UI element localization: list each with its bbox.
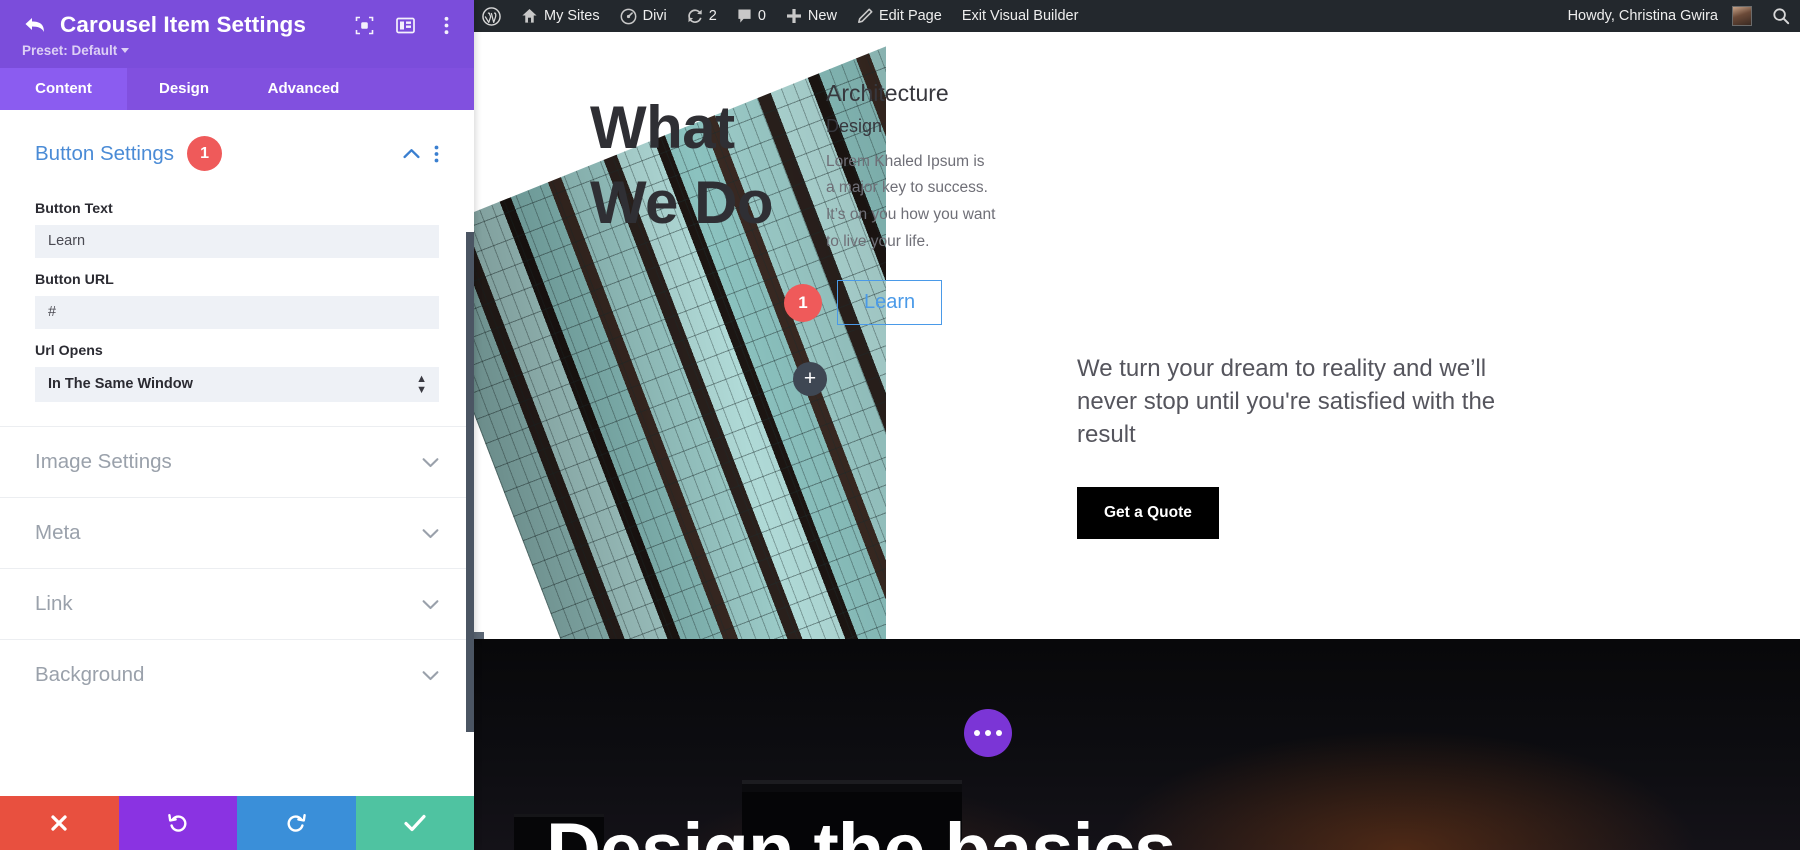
adminbar-divi[interactable]: Divi: [610, 0, 677, 32]
right-copy-block: We turn your dream to reality and we’ll …: [1077, 352, 1527, 540]
section-link[interactable]: Link: [0, 568, 474, 639]
adminbar-updates-count: 2: [708, 8, 717, 24]
carousel-item-step-badge: 1: [784, 283, 822, 322]
comment-bubble-icon: [737, 8, 752, 24]
adminbar-my-account[interactable]: Howdy, Christina Gwira: [1558, 0, 1762, 32]
section-options-button[interactable]: [964, 709, 1012, 757]
horizontal-dots-icon: [996, 730, 1002, 736]
redo-icon: [287, 814, 307, 832]
button-settings-section: Button Settings 1 Button Text Learn Butt…: [0, 110, 474, 426]
section-label-meta: Meta: [35, 521, 81, 544]
chevron-down-icon: [422, 528, 439, 539]
tab-advanced[interactable]: Advanced: [241, 68, 366, 110]
get-a-quote-button[interactable]: Get a Quote: [1077, 487, 1219, 540]
tab-content[interactable]: Content: [0, 68, 127, 110]
caret-down-icon: [121, 48, 130, 53]
wordpress-admin-bar: My Sites Divi 2 0 New Edit Page Exit Vis…: [474, 0, 1800, 32]
undo-button[interactable]: [118, 796, 237, 850]
adminbar-wordpress-logo[interactable]: [474, 0, 511, 32]
sites-house-icon: [521, 8, 538, 24]
settings-panel-scrollbar[interactable]: [466, 232, 474, 732]
settings-panel-header: Carousel Item Settings Preset: Default: [0, 0, 474, 68]
label-button-url: Button URL: [35, 272, 114, 288]
adminbar-exit-visual-builder[interactable]: Exit Visual Builder: [952, 0, 1089, 32]
section-meta[interactable]: Meta: [0, 497, 474, 568]
adminbar-updates[interactable]: 2: [677, 0, 727, 32]
updates-refresh-icon: [687, 8, 703, 24]
section-image-settings[interactable]: Image Settings: [0, 426, 474, 497]
plus-icon: +: [803, 367, 817, 390]
settings-panel-title: Carousel Item Settings: [60, 12, 307, 37]
section-label-link: Link: [35, 592, 73, 615]
section-step-badge: 1: [187, 136, 223, 171]
adminbar-new-label: New: [807, 8, 837, 24]
adminbar-edit-page[interactable]: Edit Page: [847, 0, 952, 32]
pencil-icon: [857, 8, 873, 24]
horizontal-dots-icon: [985, 730, 991, 736]
section-title-button-settings: Button Settings: [35, 141, 175, 165]
adminbar-my-sites-label: My Sites: [544, 8, 600, 24]
settings-tabs: Content Design Advanced: [0, 68, 474, 110]
label-url-opens: Url Opens: [35, 343, 103, 359]
learn-button[interactable]: Learn: [837, 280, 943, 325]
adminbar-exit-visual-builder-label: Exit Visual Builder: [961, 8, 1079, 24]
carousel-item-title: Architecture: [826, 80, 949, 106]
section-more-vertical-dots-icon[interactable]: [434, 145, 439, 163]
button-settings-header[interactable]: Button Settings 1: [35, 110, 439, 187]
back-arrow-icon[interactable]: [22, 13, 48, 37]
chevron-down-icon: [422, 670, 439, 681]
adminbar-comments-count: 0: [757, 8, 766, 24]
focus-target-icon[interactable]: [355, 16, 374, 35]
right-copy-text: We turn your dream to reality and we’ll …: [1077, 355, 1496, 449]
layout-panel-icon[interactable]: [396, 16, 415, 35]
carousel-item-button-row: 1 Learn: [784, 280, 943, 325]
horizontal-dots-icon: [974, 730, 980, 736]
label-button-text: Button Text: [35, 201, 113, 217]
carousel-item-text-block: Architecture Design Lorem Khaled Ipsum i…: [826, 80, 996, 255]
section-label-background: Background: [35, 663, 145, 686]
settings-panel-body: Button Settings 1 Button Text Learn Butt…: [0, 110, 474, 796]
chevron-down-icon: [422, 457, 439, 468]
button-url-input[interactable]: [35, 296, 439, 329]
visual-builder-canvas: What We Do Architecture Design Lorem Kha…: [474, 32, 1800, 850]
divi-speedometer-icon: [620, 8, 637, 25]
carousel-item-subtitle: Design: [826, 115, 883, 136]
dark-section-heading: Design the basics: [546, 807, 1176, 850]
adminbar-my-sites[interactable]: My Sites: [511, 0, 610, 32]
app-root: Carousel Item Settings Preset: Default C…: [0, 0, 1800, 850]
adminbar-edit-page-label: Edit Page: [878, 8, 942, 24]
preset-label: Preset: Default: [22, 43, 118, 58]
checkmark-icon: [404, 814, 426, 832]
settings-header-icon-group: [355, 16, 456, 35]
save-button[interactable]: [355, 796, 474, 850]
wordpress-logo-icon: [482, 6, 501, 26]
search-icon: [1772, 7, 1790, 25]
close-x-icon: [51, 815, 67, 831]
plus-icon: [786, 8, 802, 24]
adminbar-search[interactable]: [1762, 0, 1800, 32]
chevron-up-icon[interactable]: [403, 148, 420, 159]
vertical-dots-icon[interactable]: [437, 16, 456, 35]
carousel-item-body: Lorem Khaled Ipsum is a major key to suc…: [826, 152, 996, 250]
button-text-input[interactable]: [35, 225, 439, 258]
section-label-image-settings: Image Settings: [35, 450, 172, 473]
chevron-down-icon: [422, 599, 439, 610]
settings-panel-footer: [0, 796, 474, 850]
adminbar-greeting: Howdy, Christina Gwira: [1567, 8, 1718, 24]
cancel-button[interactable]: [0, 796, 119, 850]
add-module-button[interactable]: +: [793, 362, 827, 396]
tab-design[interactable]: Design: [127, 68, 241, 110]
avatar: [1732, 6, 1752, 26]
url-opens-select[interactable]: In The Same Window: [35, 367, 439, 402]
section-background[interactable]: Background: [0, 639, 474, 710]
dark-section: Design the basics: [474, 639, 1800, 850]
undo-icon: [167, 814, 187, 832]
carousel-item-settings-panel: Carousel Item Settings Preset: Default C…: [0, 0, 474, 850]
adminbar-new[interactable]: New: [776, 0, 847, 32]
adminbar-divi-label: Divi: [642, 8, 667, 24]
adminbar-comments[interactable]: 0: [727, 0, 776, 32]
redo-button[interactable]: [237, 796, 356, 850]
preset-selector[interactable]: Preset: Default: [22, 43, 456, 58]
